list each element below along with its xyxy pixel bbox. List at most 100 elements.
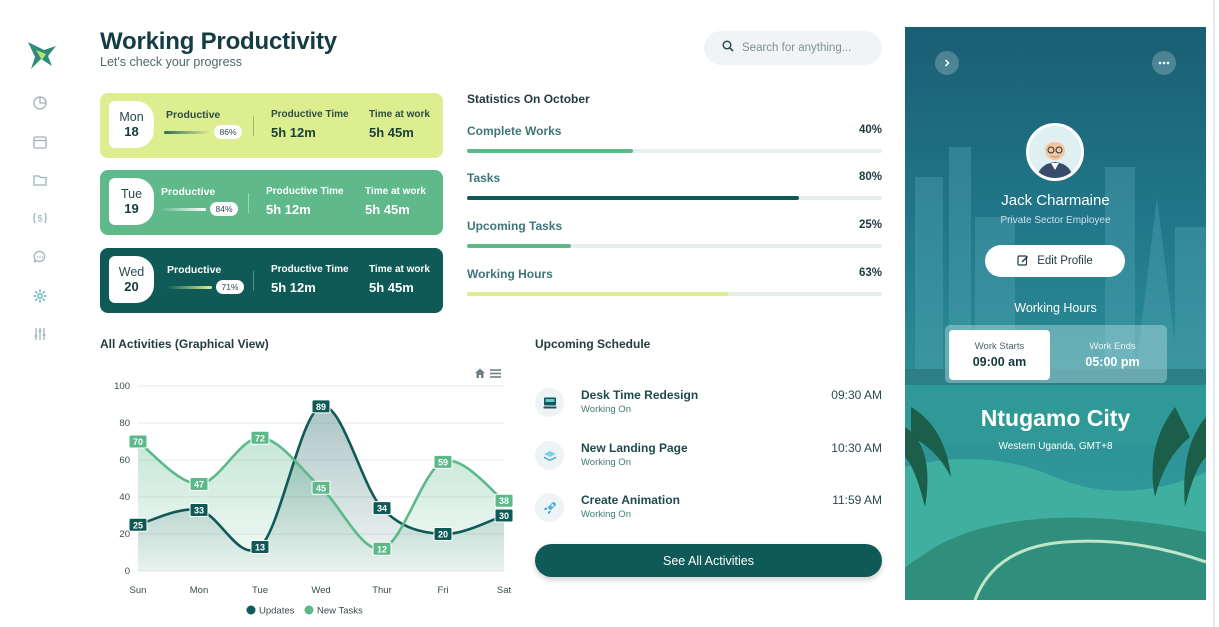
data-label: 45 <box>316 483 326 493</box>
x-tick-label: Fri <box>437 585 448 596</box>
x-tick-label: Wed <box>311 585 330 596</box>
logo-icon[interactable] <box>22 36 60 74</box>
stat-label: Tasks <box>467 171 501 185</box>
day-name: Wed <box>118 264 145 279</box>
productive-progress: 86% <box>164 125 242 139</box>
productive-label: Productive <box>167 264 222 276</box>
schedule-item[interactable]: Desk Time Redesign Working On 09:30 AM <box>535 386 882 422</box>
divider <box>253 116 254 136</box>
search-input[interactable] <box>742 42 862 54</box>
schedule-name: New Landing Page <box>581 441 688 455</box>
working-hours-box: Work Starts 09:00 am Work Ends 05:00 pm <box>945 325 1167 383</box>
date-badge: Wed 20 <box>109 256 154 303</box>
chat-icon[interactable] <box>31 248 49 266</box>
productive-time-label: Productive Time <box>271 264 349 275</box>
stat-complete-works: Complete Works 40% <box>467 124 882 154</box>
monitor-icon <box>535 388 564 417</box>
productive-time-value: 5h 12m <box>271 280 316 295</box>
work-starts-time: 09:00 am <box>972 355 1027 369</box>
more-options-icon[interactable] <box>1152 51 1176 75</box>
day-name: Tue <box>120 186 143 201</box>
pie-chart-icon[interactable] <box>31 94 49 112</box>
stat-upcoming-tasks: Upcoming Tasks 25% <box>467 219 882 249</box>
stat-label: Complete Works <box>467 124 562 138</box>
edit-profile-label: Edit Profile <box>1037 255 1093 267</box>
y-tick-label: 100 <box>114 381 130 392</box>
dollar-icon[interactable]: $ <box>31 209 49 227</box>
schedule-time: 10:30 AM <box>831 441 882 455</box>
x-tick-label: Sun <box>130 585 147 596</box>
y-tick-label: 60 <box>119 455 130 466</box>
data-label: 59 <box>438 457 448 467</box>
work-starts: Work Starts 09:00 am <box>949 330 1050 380</box>
x-tick-label: Thur <box>372 585 392 596</box>
see-all-activities-button[interactable]: See All Activities <box>535 544 882 577</box>
edit-icon <box>1017 254 1029 269</box>
stat-tasks: Tasks 80% <box>467 171 882 201</box>
time-at-work-value: 5h 45m <box>369 125 414 140</box>
schedule-title: Upcoming Schedule <box>535 337 651 351</box>
day-card-mon[interactable]: Mon 18 Productive 86% Productive Time 5h… <box>100 93 443 158</box>
page-title: Working Productivity <box>100 28 337 55</box>
day-card-tue[interactable]: Tue 19 Productive 84% Productive Time 5h… <box>100 170 443 235</box>
activities-chart: 0 20 40 60 80 100 Sun Mon Tue Wed Thur Fri Sat 25 33 13… <box>114 381 514 617</box>
time-at-work-label: Time at work <box>365 186 426 197</box>
progress-line <box>166 286 212 289</box>
sliders-icon[interactable] <box>31 325 49 343</box>
schedule-item[interactable]: Create Animation Working On 11:59 AM <box>535 491 882 527</box>
stat-fill <box>467 149 633 153</box>
user-name: Jack Charmaine <box>1001 192 1110 209</box>
chevron-right-icon[interactable] <box>935 51 959 75</box>
time-at-work-label: Time at work <box>369 109 430 120</box>
x-tick-label: Mon <box>190 585 208 596</box>
productive-progress: 71% <box>166 280 244 294</box>
day-number: 20 <box>124 278 139 294</box>
date-badge: Tue 19 <box>109 178 154 225</box>
calendar-icon[interactable] <box>31 133 49 151</box>
statistics-title: Statistics On October <box>467 92 590 106</box>
productive-time-value: 5h 12m <box>271 125 316 140</box>
profile-panel: Jack Charmaine Private Sector Employee E… <box>905 27 1206 600</box>
layers-icon <box>535 441 564 470</box>
data-label: 70 <box>133 437 143 447</box>
productive-label: Productive <box>166 109 221 121</box>
rocket-icon <box>535 493 564 522</box>
schedule-item[interactable]: New Landing Page Working On 10:30 AM <box>535 439 882 475</box>
city-region: Western Uganda, GMT+8 <box>998 441 1113 452</box>
productive-percent: 84% <box>210 202 238 216</box>
legend-label: Updates <box>259 606 295 617</box>
productive-progress: 84% <box>160 202 238 216</box>
date-badge: Mon 18 <box>109 101 154 148</box>
working-hours-title: Working Hours <box>1014 301 1097 315</box>
stat-track <box>467 196 882 200</box>
stat-track <box>467 149 882 153</box>
stat-fill <box>467 292 729 296</box>
y-tick-label: 20 <box>119 529 130 540</box>
productive-label: Productive <box>161 186 216 198</box>
city-name: Ntugamo City <box>980 405 1131 431</box>
stat-fill <box>467 244 571 248</box>
edit-profile-button[interactable]: Edit Profile <box>985 245 1125 277</box>
schedule-name: Desk Time Redesign <box>581 388 699 402</box>
settings-icon[interactable] <box>31 287 49 305</box>
productive-percent: 71% <box>216 280 244 294</box>
work-ends-label: Work Ends <box>1089 341 1136 352</box>
data-label: 33 <box>194 505 204 515</box>
folder-icon[interactable] <box>31 171 49 189</box>
search-bar[interactable] <box>704 31 882 65</box>
schedule-status: Working On <box>581 509 631 520</box>
divider <box>253 271 254 291</box>
time-at-work-value: 5h 45m <box>365 202 410 217</box>
day-name: Mon <box>119 109 144 124</box>
stat-value: 80% <box>858 171 882 183</box>
schedule-name: Create Animation <box>581 493 680 507</box>
data-label: 12 <box>377 544 387 554</box>
data-label: 30 <box>499 511 509 521</box>
day-card-wed[interactable]: Wed 20 Productive 71% Productive Time 5h… <box>100 248 443 313</box>
chart-title: All Activities (Graphical View) <box>100 337 269 351</box>
stat-value: 40% <box>858 124 882 136</box>
schedule-status: Working On <box>581 404 631 415</box>
stat-track <box>467 244 882 248</box>
stat-value: 63% <box>858 267 882 279</box>
x-tick-label: Tue <box>252 585 268 596</box>
